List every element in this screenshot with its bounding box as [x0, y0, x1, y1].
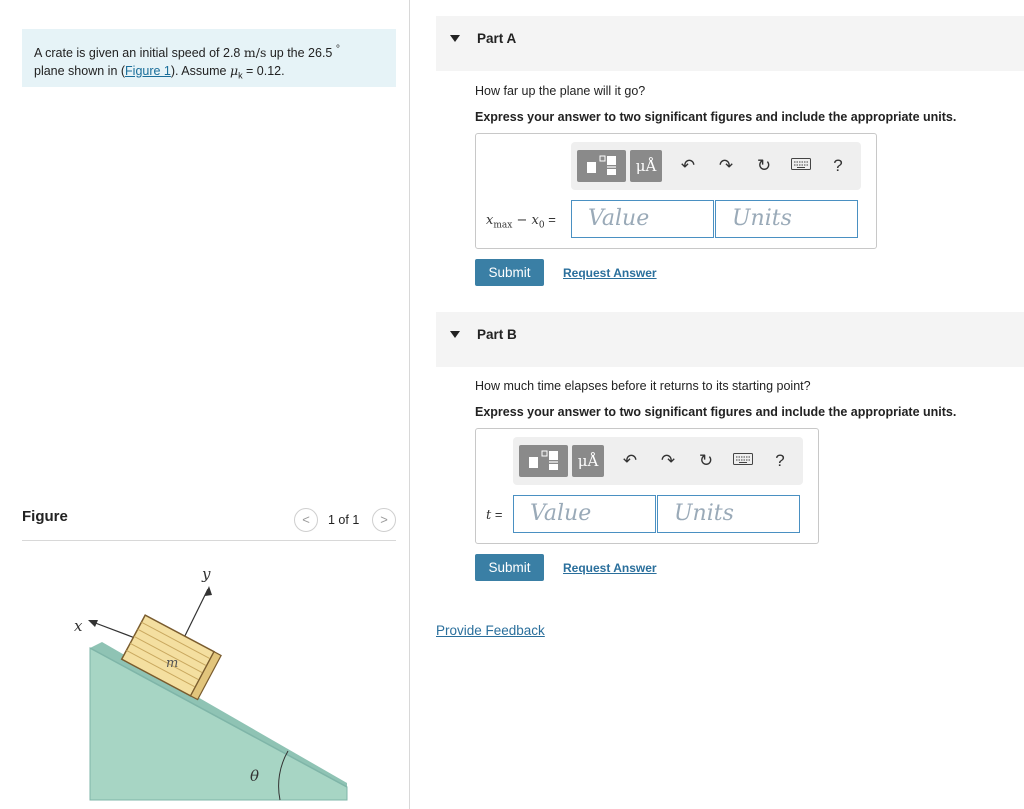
- speed-unit: m/s: [243, 45, 267, 61]
- part-a-request-answer-link[interactable]: Request Answer: [563, 266, 657, 280]
- part-a-submit-button[interactable]: Submit: [475, 259, 544, 286]
- part-a-answer-box: μÅ ↶ ↷ ↻ ? xmax − x0 = Value Units: [475, 133, 877, 249]
- reset-icon[interactable]: ↻: [695, 450, 717, 472]
- part-a-units-input[interactable]: Units: [715, 200, 858, 238]
- provide-feedback-link[interactable]: Provide Feedback: [436, 623, 545, 638]
- template-icon: [587, 155, 616, 175]
- figure-counter: 1 of 1: [328, 513, 360, 527]
- undo-icon[interactable]: ↶: [677, 155, 699, 177]
- problem-text-2: up the 26.5: [266, 46, 333, 61]
- part-b-header[interactable]: Part B: [436, 312, 1024, 367]
- part-b-request-answer-link[interactable]: Request Answer: [563, 561, 657, 575]
- figure-link[interactable]: Figure 1: [125, 64, 171, 78]
- part-b-question: How much time elapses before it returns …: [475, 379, 811, 393]
- part-b-submit-button[interactable]: Submit: [475, 554, 544, 581]
- keyboard-icon[interactable]: [732, 450, 754, 472]
- x-axis-label: x: [74, 617, 83, 635]
- part-a-math-toolbar: μÅ ↶ ↷ ↻ ?: [571, 142, 861, 190]
- reset-icon[interactable]: ↻: [753, 155, 775, 177]
- templates-button[interactable]: [519, 445, 568, 477]
- problem-text-1: A crate is given an initial speed of 2.8: [34, 46, 241, 61]
- part-a-question: How far up the plane will it go?: [475, 84, 646, 98]
- y-axis-label: y: [201, 565, 211, 583]
- part-b-math-toolbar: μÅ ↶ ↷ ↻ ?: [513, 437, 803, 485]
- figure-next-button[interactable]: >: [372, 508, 396, 532]
- x-axis-arrow: [88, 620, 98, 627]
- help-icon[interactable]: ?: [827, 155, 849, 177]
- part-b-units-input[interactable]: Units: [657, 495, 800, 533]
- collapse-caret-icon[interactable]: [450, 331, 460, 338]
- part-b-title: Part B: [477, 327, 517, 342]
- figure-title: Figure: [22, 508, 68, 525]
- redo-icon[interactable]: ↷: [657, 450, 679, 472]
- part-a-instruction: Express your answer to two significant f…: [475, 110, 957, 124]
- incline-wedge: [89, 647, 348, 801]
- mu-symbol: μ: [229, 63, 239, 79]
- degree-symbol: °: [335, 44, 341, 55]
- part-b-value-input[interactable]: Value: [513, 495, 656, 533]
- part-b-instruction: Express your answer to two significant f…: [475, 405, 957, 419]
- part-b-answer-box: μÅ ↶ ↷ ↻ ? t = Value Units: [475, 428, 819, 544]
- part-a-equation-label: xmax − x0 =: [486, 212, 556, 231]
- part-b-equation-label: t =: [486, 507, 503, 523]
- problem-statement: A crate is given an initial speed of 2.8…: [22, 29, 396, 87]
- help-icon[interactable]: ?: [769, 450, 791, 472]
- left-panel: A crate is given an initial speed of 2.8…: [0, 0, 410, 809]
- figure-header: Figure < 1 of 1 >: [22, 503, 396, 541]
- keyboard-icon[interactable]: [790, 155, 812, 177]
- incline-figure: x y m θ: [74, 565, 348, 801]
- collapse-caret-icon[interactable]: [450, 35, 460, 42]
- right-panel: Part A How far up the plane will it go? …: [410, 0, 1024, 809]
- part-a-header[interactable]: Part A: [436, 16, 1024, 71]
- units-button[interactable]: μÅ: [572, 445, 604, 477]
- undo-icon[interactable]: ↶: [619, 450, 641, 472]
- template-icon: [529, 450, 558, 470]
- y-axis-arrow: [205, 586, 212, 596]
- problem-text-4: ). Assume: [170, 64, 230, 79]
- problem-text-3: plane shown in (: [34, 64, 126, 79]
- redo-icon[interactable]: ↷: [715, 155, 737, 177]
- mass-label: m: [166, 656, 178, 671]
- mu-value: = 0.12.: [242, 64, 285, 79]
- theta-label: θ: [250, 767, 259, 785]
- part-a-value-input[interactable]: Value: [571, 200, 714, 238]
- templates-button[interactable]: [577, 150, 626, 182]
- units-button[interactable]: μÅ: [630, 150, 662, 182]
- figure-prev-button[interactable]: <: [294, 508, 318, 532]
- part-a-title: Part A: [477, 31, 517, 46]
